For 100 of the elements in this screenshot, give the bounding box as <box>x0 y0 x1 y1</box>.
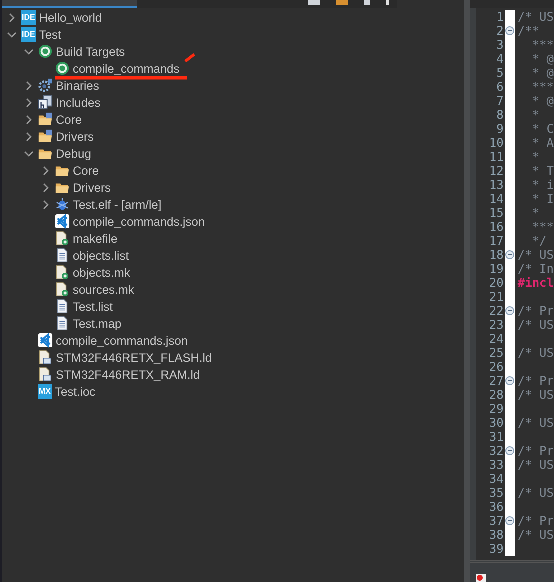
line-number: 23 <box>488 318 505 332</box>
panel-tab[interactable] <box>2 0 137 8</box>
line-number: 1 <box>496 10 505 24</box>
linker-file-icon <box>38 367 53 382</box>
code-comment: *** <box>531 80 554 94</box>
line-number: 37 <box>488 514 505 528</box>
code-comment: * i <box>531 178 554 192</box>
line-number: 27 <box>488 374 505 388</box>
tree-item[interactable]: Core <box>73 164 100 178</box>
line-number: 8 <box>496 108 505 122</box>
tree-item[interactable]: objects.mk <box>73 266 130 280</box>
line-number: 25 <box>488 346 505 360</box>
gear-icon <box>38 78 53 93</box>
tree-item[interactable]: Test.elf - [arm/le] <box>73 198 162 212</box>
tree-item[interactable]: Debug <box>56 146 92 160</box>
line-number: 34 <box>488 472 505 486</box>
code-comment: * A <box>531 136 554 150</box>
line-number: 3 <box>496 38 505 52</box>
code-comment: /* US <box>516 346 554 360</box>
tree-item[interactable]: Includes <box>56 96 101 110</box>
tree-item[interactable]: Test <box>39 28 62 42</box>
code-comment: /* US <box>516 528 554 542</box>
code-comment: /* US <box>516 248 554 262</box>
makefile-icon <box>55 265 70 280</box>
code-comment: /* US <box>516 458 554 472</box>
tree-item[interactable]: Drivers <box>56 130 94 144</box>
tree-item[interactable]: makefile <box>73 232 118 246</box>
collapse-icon[interactable] <box>504 306 515 316</box>
tree-item[interactable]: objects.list <box>73 248 130 262</box>
line-number: 39 <box>488 542 505 556</box>
line-number: 18 <box>488 248 505 262</box>
tree-item[interactable]: Test.ioc <box>55 384 96 398</box>
bottom-panel-tab[interactable] <box>470 562 554 582</box>
line-number: 7 <box>496 94 505 108</box>
collapse-icon[interactable] <box>504 250 515 260</box>
line-number: 24 <box>488 332 505 346</box>
tree-item[interactable]: compile_commands.json <box>56 334 188 348</box>
text-file-icon <box>55 248 70 263</box>
code-comment: /* Pr <box>516 514 554 528</box>
line-number: 20 <box>488 276 505 290</box>
bug-icon <box>55 197 70 212</box>
tree-item[interactable]: STM32F446RETX_FLASH.ld <box>56 350 212 364</box>
header-files-icon <box>38 95 53 110</box>
text-file-icon <box>55 316 70 331</box>
line-number: 4 <box>496 52 505 66</box>
tree-item[interactable]: sources.mk <box>73 282 134 296</box>
code-comment: /* Pr <box>516 374 554 388</box>
problems-icon <box>476 574 486 582</box>
line-number: 35 <box>488 486 505 500</box>
chevron-right-icon[interactable] <box>7 12 17 22</box>
target-icon <box>55 61 70 76</box>
line-number: 36 <box>488 500 505 514</box>
collapse-icon[interactable] <box>504 376 515 386</box>
code-directive: #incl <box>516 276 554 290</box>
makefile-icon <box>55 231 70 246</box>
line-number: 38 <box>488 528 505 542</box>
code-comment: /* US <box>516 388 554 402</box>
code-comment: *** <box>531 220 554 234</box>
chevron-down-icon[interactable] <box>24 148 34 158</box>
line-number: 31 <box>488 430 505 444</box>
code-comment: * <box>531 206 540 220</box>
code-comment: /* In <box>516 262 554 276</box>
code-editor-icon <box>38 333 53 348</box>
tree-item[interactable]: Core <box>56 112 82 126</box>
line-number: 30 <box>488 416 505 430</box>
tree-item[interactable]: compile_commands.json <box>73 214 206 228</box>
code-comment: /* Pr <box>516 304 554 318</box>
code-comment: /* US <box>516 486 554 500</box>
tree-item[interactable]: Test.list <box>73 300 114 314</box>
tree-item[interactable]: Drivers <box>73 180 111 194</box>
line-number: 6 <box>496 80 505 94</box>
target-icon <box>38 44 53 59</box>
code-comment: *** <box>531 38 554 52</box>
collapse-icon[interactable] <box>504 516 515 526</box>
line-number: 17 <box>488 234 505 248</box>
collapse-icon[interactable] <box>504 26 515 36</box>
collapse-icon[interactable] <box>504 446 515 456</box>
line-number: 12 <box>488 164 505 178</box>
makefile-icon <box>55 282 70 297</box>
code-comment: * <box>531 108 540 122</box>
tree-item[interactable]: Build Targets <box>56 44 126 58</box>
line-number: 15 <box>488 206 505 220</box>
project-badge-icon: IDE <box>21 10 36 25</box>
code-comment: * T <box>531 164 554 178</box>
line-number: 10 <box>488 136 505 150</box>
code-comment: */ <box>531 234 547 248</box>
line-number: 11 <box>488 150 505 164</box>
slash-annotation <box>184 52 196 62</box>
line-number: 19 <box>488 262 505 276</box>
code-comment: * I <box>531 192 554 206</box>
line-number: 14 <box>488 192 505 206</box>
tree-item[interactable]: STM32F446RETX_RAM.ld <box>56 368 200 382</box>
tree-item[interactable]: compile_commands <box>73 62 180 76</box>
tree-item[interactable]: Hello_world <box>39 10 102 24</box>
line-number: 22 <box>488 304 505 318</box>
tree-item[interactable]: Binaries <box>56 78 100 92</box>
code-comment: * @ <box>531 66 554 80</box>
tree-item[interactable]: Test.map <box>73 316 122 330</box>
code-comment: /* US <box>516 416 554 430</box>
line-number: 16 <box>488 220 505 234</box>
